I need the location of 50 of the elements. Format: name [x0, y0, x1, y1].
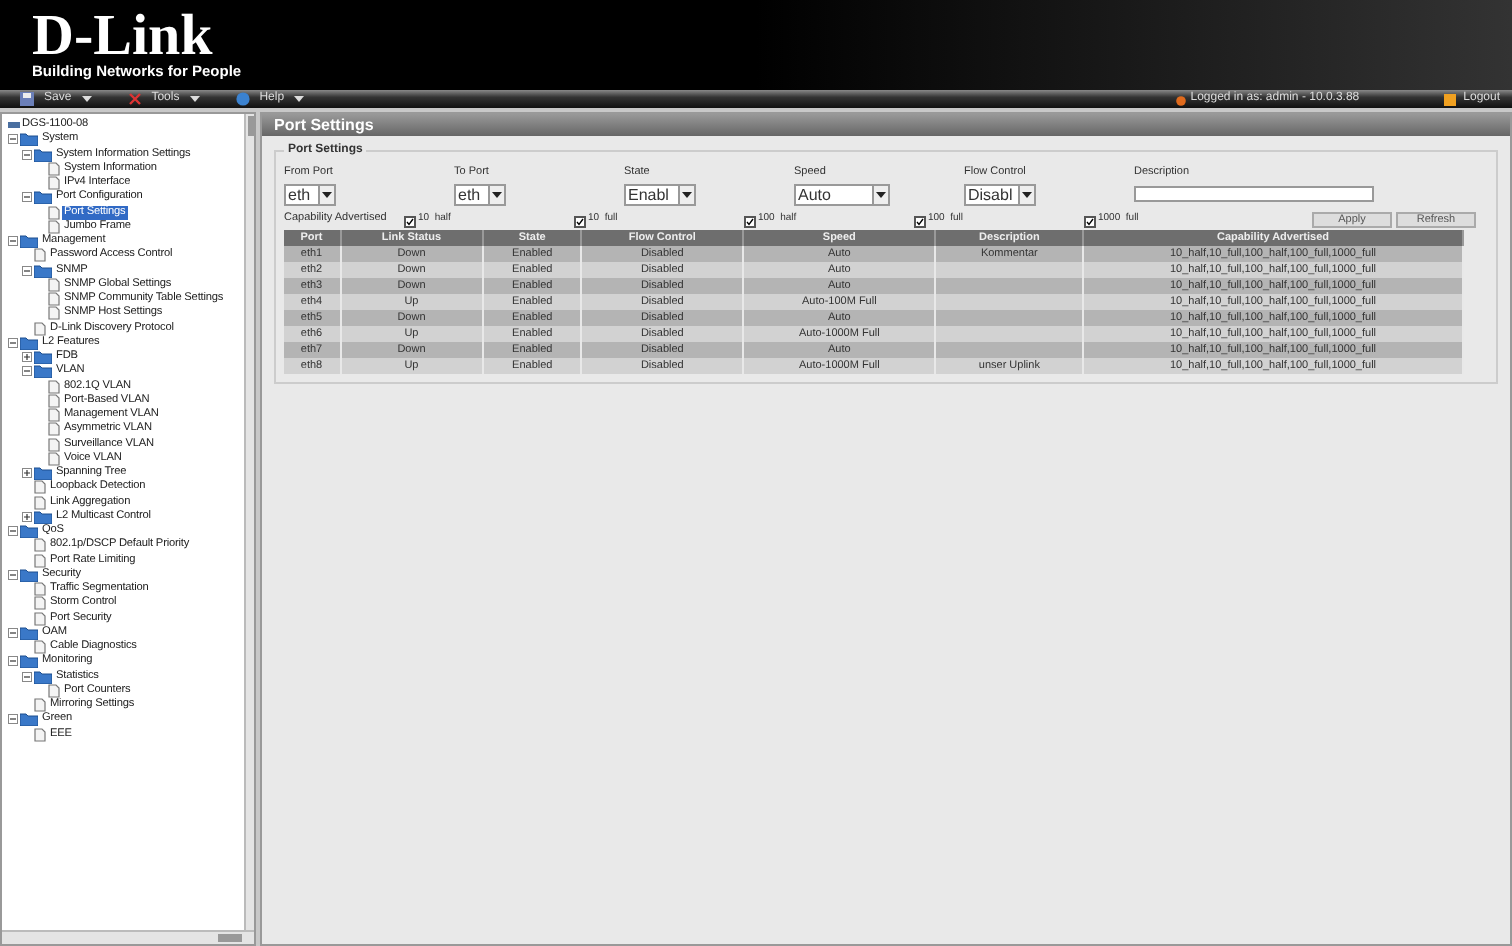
- dropdown-arrow-icon: [876, 192, 886, 199]
- collapse-icon[interactable]: [8, 134, 18, 145]
- logo: D-Link: [32, 10, 213, 62]
- collapse-icon[interactable]: [22, 192, 32, 203]
- collapse-icon[interactable]: [22, 149, 32, 160]
- collapse-icon[interactable]: [8, 656, 18, 667]
- dropdown[interactable]: eth: [284, 184, 336, 207]
- collapse-icon[interactable]: [8, 236, 18, 247]
- check-icon: [576, 217, 584, 225]
- check-icon: [1086, 217, 1094, 225]
- folder-icon: [34, 190, 52, 205]
- check-icon: [916, 217, 924, 225]
- dropdown-arrow-icon: [322, 192, 332, 199]
- folder-icon: [20, 567, 38, 582]
- collapse-icon[interactable]: [22, 265, 32, 276]
- dropdown[interactable]: Disabl: [964, 184, 1036, 207]
- expand-icon[interactable]: [22, 511, 32, 522]
- dropdown-arrow-icon: [492, 192, 502, 199]
- folder-icon: [20, 712, 38, 727]
- dropdown[interactable]: Auto: [794, 184, 890, 207]
- collapse-icon[interactable]: [8, 337, 18, 348]
- collapse-icon[interactable]: [22, 671, 32, 682]
- page-title-bar: Port Settings: [262, 114, 1510, 136]
- checkbox[interactable]: [744, 215, 756, 227]
- collapse-icon[interactable]: [8, 627, 18, 638]
- check-icon: [406, 217, 414, 225]
- checkbox[interactable]: [1084, 215, 1096, 227]
- folder-icon: [34, 466, 52, 481]
- globe-icon: [235, 92, 250, 106]
- collapse-icon[interactable]: [8, 714, 18, 725]
- dropdown[interactable]: eth: [454, 184, 506, 207]
- expand-icon[interactable]: [22, 468, 32, 479]
- dropdown-arrow-icon: [682, 192, 692, 199]
- dropdown-arrow-icon: [1022, 192, 1032, 199]
- caret-icon: [294, 96, 305, 102]
- collapse-icon[interactable]: [8, 569, 18, 580]
- collapse-icon[interactable]: [22, 366, 32, 377]
- checkbox[interactable]: [914, 215, 926, 227]
- checkbox[interactable]: [574, 215, 586, 227]
- collapse-icon[interactable]: [8, 526, 18, 537]
- check-icon: [746, 217, 754, 225]
- expand-icon[interactable]: [22, 352, 32, 363]
- caret-icon: [81, 96, 92, 102]
- tools-icon: [127, 92, 142, 106]
- checkbox[interactable]: [404, 215, 416, 227]
- caret-icon: [189, 96, 200, 102]
- vertical-scrollbar[interactable]: [244, 114, 254, 930]
- horizontal-scrollbar[interactable]: [2, 930, 254, 944]
- description-input-field[interactable]: [1134, 186, 1374, 203]
- dropdown[interactable]: Enabl: [624, 184, 696, 207]
